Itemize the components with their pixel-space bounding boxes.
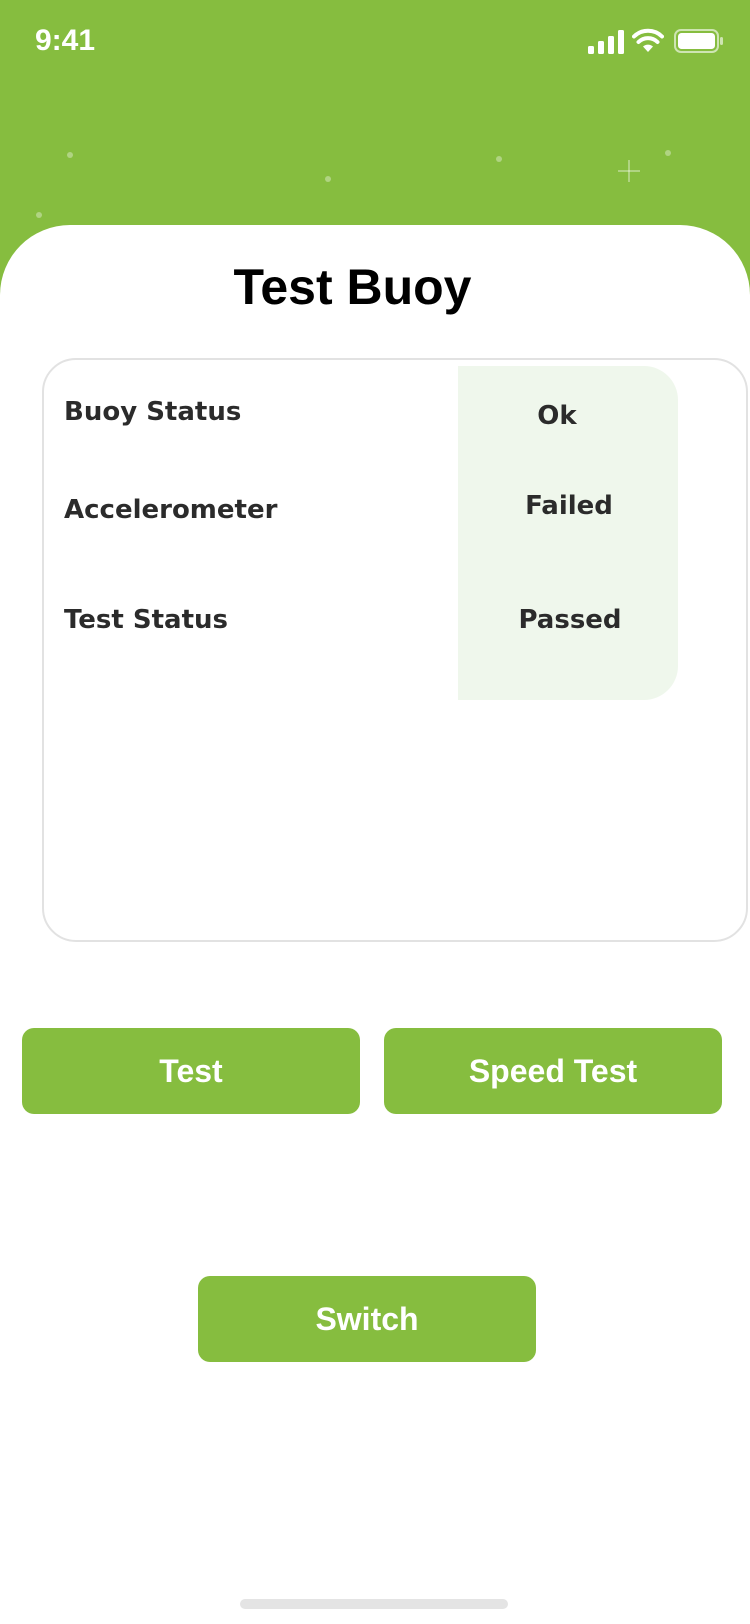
row-value-test-status: Passed xyxy=(518,605,622,635)
row-value-buoy-status: Ok xyxy=(537,401,577,431)
speed-test-button[interactable]: Speed Test xyxy=(384,1028,722,1114)
sparkle-dot xyxy=(36,212,42,218)
switch-button[interactable]: Switch xyxy=(198,1276,536,1362)
battery-icon xyxy=(674,29,723,53)
status-time: 9:41 xyxy=(35,24,96,57)
wifi-icon xyxy=(632,28,664,52)
row-label-test-status: Test Status xyxy=(64,605,228,635)
page-title: Test Buoy xyxy=(233,259,472,315)
sparkle-dot xyxy=(67,152,73,158)
home-indicator[interactable] xyxy=(240,1599,508,1609)
row-label-buoy-status: Buoy Status xyxy=(64,397,242,427)
sparkle-dot xyxy=(496,156,502,162)
status-bar: 9:41 xyxy=(0,0,750,88)
row-label-accelerometer: Accelerometer xyxy=(64,495,278,525)
test-button[interactable]: Test xyxy=(22,1028,360,1114)
row-value-accelerometer: Failed xyxy=(525,491,613,521)
signal-icon xyxy=(588,30,624,54)
sparkle-dot xyxy=(665,150,671,156)
sparkle-dot xyxy=(325,176,331,182)
sparkle-cross-icon xyxy=(618,160,640,182)
